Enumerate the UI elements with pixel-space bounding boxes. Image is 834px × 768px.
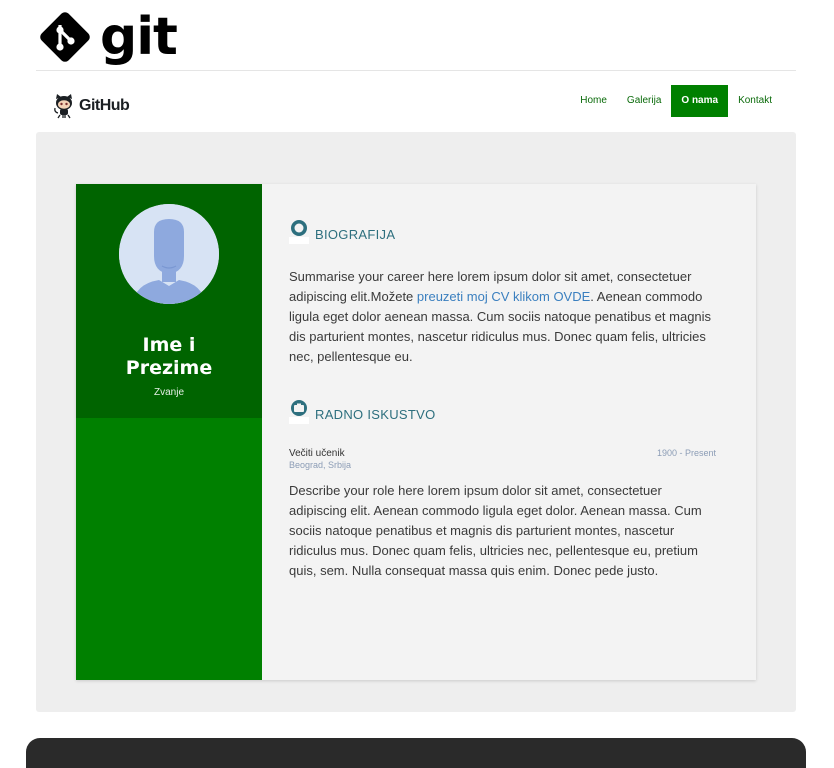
profile-role: Zvanje: [153, 387, 184, 398]
github-logo[interactable]: GitHub: [52, 93, 130, 119]
profile-name-line2: Prezime: [125, 357, 213, 379]
job-dates: 1900 - Present: [656, 448, 716, 458]
briefcase-icon: [289, 400, 309, 424]
content-area: Ime i Prezime Zvanje BIOGRAFIJA Summaris…: [36, 132, 796, 712]
biography-text: Summarise your career here lorem ipsum d…: [289, 267, 721, 367]
cv-download-link[interactable]: preuzeti moj CV klikom OVDE: [417, 289, 590, 304]
job-title: Večiti učenik: [289, 448, 345, 459]
biography-title: BIOGRAFIJA: [315, 227, 396, 242]
job-entry: Večiti učenik Beograd, Srbija 1900 - Pre…: [289, 448, 716, 470]
experience-title: RADNO ISKUSTVO: [315, 407, 436, 422]
job-description: Describe your role here lorem ipsum dolo…: [289, 483, 702, 578]
resume-card: Ime i Prezime Zvanje BIOGRAFIJA Summaris…: [76, 184, 756, 680]
main-nav: Home Galerija O nama Kontakt: [570, 85, 782, 117]
biography-heading: BIOGRAFIJA: [289, 220, 396, 244]
experience-heading: RADNO ISKUSTVO: [289, 400, 436, 424]
job-location: Beograd, Srbija: [289, 460, 352, 470]
git-logo-bar: git: [36, 0, 796, 71]
profile-name-line1: Ime i: [142, 334, 196, 356]
profile-name: Ime i Prezime: [76, 334, 262, 380]
profile-header: Ime i Prezime Zvanje: [76, 184, 262, 418]
nav-home[interactable]: Home: [570, 85, 617, 117]
footer: [26, 738, 806, 768]
octocat-icon: [54, 94, 72, 119]
profile-sidebar: Ime i Prezime Zvanje: [76, 184, 262, 680]
avatar: [119, 204, 219, 304]
nav-o-nama[interactable]: O nama: [671, 85, 729, 117]
git-wordmark: git: [100, 7, 178, 67]
github-wordmark: GitHub: [79, 97, 130, 114]
git-diamond-icon: [40, 12, 90, 62]
nav-kontakt[interactable]: Kontakt: [728, 85, 782, 117]
user-icon: [289, 220, 309, 244]
navbar: GitHub Home Galerija O nama Kontakt: [36, 84, 796, 124]
git-logo[interactable]: git: [36, 7, 178, 67]
person-placeholder-icon: [119, 204, 219, 304]
nav-galerija[interactable]: Galerija: [617, 85, 671, 117]
